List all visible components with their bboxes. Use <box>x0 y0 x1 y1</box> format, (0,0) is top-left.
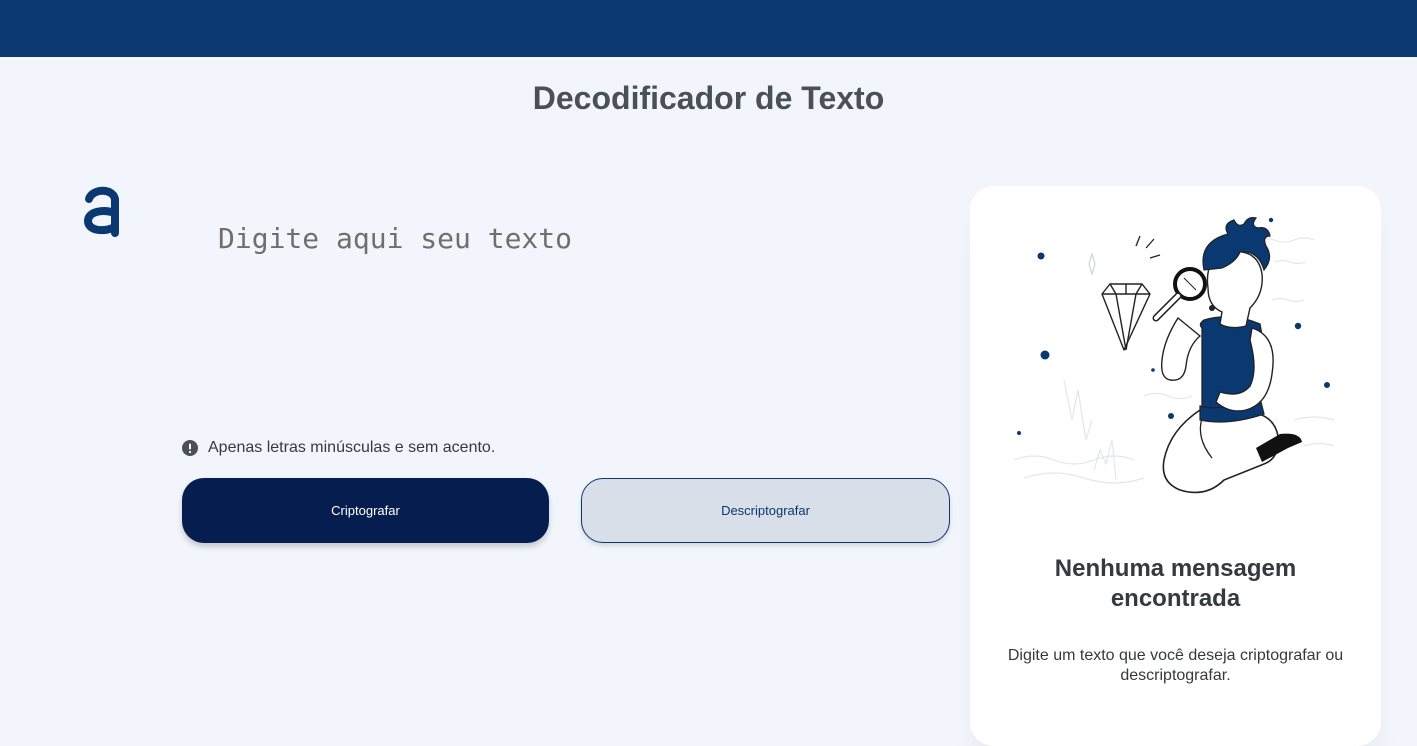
output-panel: Nenhuma mensagem encontrada Digite um te… <box>970 186 1381 746</box>
input-hint: Apenas letras minúsculas e sem acento. <box>182 438 495 458</box>
encrypt-button[interactable]: Criptografar <box>182 478 549 543</box>
hint-text: Apenas letras minúsculas e sem acento. <box>208 439 496 456</box>
person-with-magnifying-glass-illustration <box>1013 217 1335 494</box>
no-message-title: Nenhuma mensagem encontrada <box>1054 555 1297 612</box>
text-input[interactable] <box>218 222 938 422</box>
decrypt-button[interactable]: Descriptografar <box>581 478 950 543</box>
page-title: Decodificador de Texto <box>532 80 885 116</box>
exclamation-circle-icon <box>182 440 198 456</box>
top-bar <box>0 0 1417 57</box>
alura-logo-icon <box>83 186 119 237</box>
no-message-text: Digite um texto que você deseja criptogr… <box>1007 647 1344 684</box>
